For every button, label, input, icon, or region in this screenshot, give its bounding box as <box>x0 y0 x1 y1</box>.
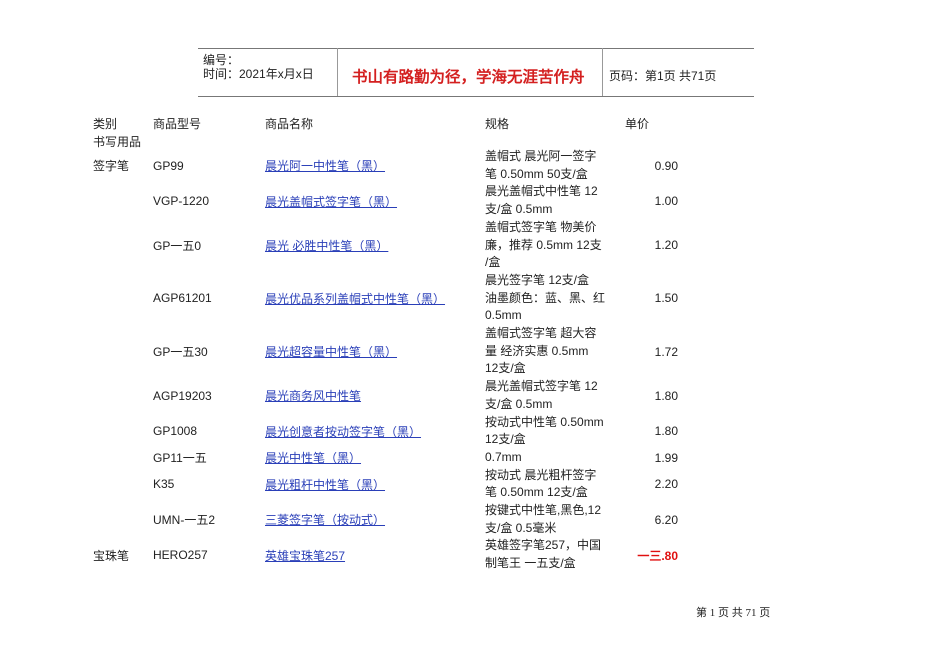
header-divider <box>337 48 338 96</box>
spec-line: 0.7mm <box>485 449 522 464</box>
header-date: 时间：2021年x月x日 <box>203 67 314 81</box>
row-code: GP99 <box>153 158 184 173</box>
row-spec: 盖帽式签字笔 超大容量 经济实惠 0.5mm 12支/盒 <box>485 325 596 378</box>
spec-line: 晨光盖帽式签字笔 12 <box>485 379 598 394</box>
table-row: UMN-一五2 三菱签字笔（按动式） 按键式中性笔,黑色,12 支/盒 0.5毫米 6.… <box>0 502 950 537</box>
row-product-link[interactable]: 晨光盖帽式签字笔（黑） <box>265 193 397 210</box>
spec-line: 盖帽式签字笔 物美价 <box>485 219 597 234</box>
row-product-link[interactable]: 晨光粗杆中性笔（黑） <box>265 476 385 493</box>
row-product-link[interactable]: 晨光阿一中性笔（黑） <box>265 157 385 174</box>
row-spec: 按动式中性笔 0.50mm 12支/盒 <box>485 414 604 449</box>
row-price: 1.99 <box>654 450 678 465</box>
row-price: 1.20 <box>654 238 678 253</box>
spec-line: 12支/盒 <box>485 432 526 447</box>
spec-line: 支/盒 0.5mm <box>485 396 553 411</box>
row-spec: 按动式 晨光粗杆签字笔 0.50mm 12支/盒 <box>485 467 596 502</box>
row-product-link[interactable]: 晨光超容量中性笔（黑） <box>265 343 397 360</box>
row-price: 1.50 <box>654 291 678 306</box>
row-product-link[interactable]: 三菱签字笔（按动式） <box>265 511 385 528</box>
row-price: 2.20 <box>654 477 678 492</box>
spec-line: 盖帽式签字笔 超大容 <box>485 326 597 340</box>
spec-line: 按键式中性笔,黑色,12 <box>485 503 602 517</box>
row-code: UMN-一五2 <box>153 513 215 528</box>
row-spec: 0.7mm <box>485 449 522 467</box>
table-row: 签字笔 GP99 晨光阿一中性笔（黑） 盖帽式 晨光阿一签字笔 0.50mm 50支/… <box>0 148 950 183</box>
spec-line: 制笔王 一五支/盒 <box>485 556 576 571</box>
table-row: GP11一五 晨光中性笔（黑） 0.7mm 1.99 <box>0 449 950 467</box>
row-price: 1.80 <box>654 424 678 439</box>
spec-line: 12支/盒 <box>485 361 526 376</box>
spec-line: /盒 <box>485 255 501 270</box>
table-row: AGP61201 晨光优品系列盖帽式中性笔（黑） 晨光签字笔 12支/盒油墨颜色：蓝… <box>0 272 950 325</box>
table-row: GP一五30 晨光超容量中性笔（黑） 盖帽式签字笔 超大容量 经济实惠 0.5mm 1… <box>0 325 950 378</box>
spec-line: 量 经济实惠 0.5mm <box>485 343 589 358</box>
row-spec: 盖帽式 晨光阿一签字笔 0.50mm 50支/盒 <box>485 148 596 183</box>
column-header-category: 类别 <box>93 117 118 131</box>
column-header-price: 单价 <box>625 117 650 131</box>
spec-line: 按动式 晨光粗杆签字 <box>485 467 597 482</box>
row-code: GP一五30 <box>153 345 208 360</box>
spec-line: 支/盒 0.5毫米 <box>485 520 557 535</box>
row-code: HERO257 <box>153 548 208 563</box>
spec-line: 按动式中性笔 0.50mm <box>485 414 604 429</box>
spec-line: 支/盒 0.5mm <box>485 202 553 217</box>
column-header-name: 商品名称 <box>265 117 314 131</box>
row-spec: 晨光盖帽式中性笔 12 支/盒 0.5mm <box>485 183 598 218</box>
row-spec: 晨光签字笔 12支/盒油墨颜色：蓝、黑、红 0.5mm <box>485 272 605 325</box>
spec-line: 笔 0.50mm 12支/盒 <box>485 485 588 500</box>
table-row: 宝珠笔 HERO257 英雄宝珠笔257 英雄签字笔257，中国 制笔王 一五支/盒 一三… <box>0 537 950 572</box>
row-code: GP一五0 <box>153 238 202 253</box>
row-price: 1.00 <box>654 194 678 209</box>
row-spec: 盖帽式签字笔 物美价 廉，推荐 0.5mm 12支/盒 <box>485 219 602 272</box>
row-price: 1.72 <box>654 344 678 359</box>
row-price: 一三.80 <box>637 548 678 563</box>
row-code: GP11一五 <box>153 451 207 466</box>
spec-line: 笔 0.50mm 50支/盒 <box>485 166 588 181</box>
row-spec: 按键式中性笔,黑色,12 支/盒 0.5毫米 <box>485 502 601 537</box>
row-spec: 晨光盖帽式签字笔 12 支/盒 0.5mm <box>485 378 598 413</box>
spec-line: 廉，推荐 0.5mm 12支 <box>485 237 602 252</box>
row-code: K35 <box>153 477 175 492</box>
table-row: AGP19203 晨光商务风中性笔 晨光盖帽式签字笔 12 支/盒 0.5mm 1.80 <box>0 378 950 413</box>
row-product-link[interactable]: 晨光创意者按动签字笔（黑） <box>265 423 421 440</box>
row-price: 6.20 <box>654 512 678 527</box>
header-bottom-rule <box>198 96 754 97</box>
row-code: GP1008 <box>153 424 198 439</box>
header-divider <box>602 48 603 96</box>
spec-line: 盖帽式 晨光阿一签字 <box>485 149 597 163</box>
page-footer: 第 1 页 共 71 页 <box>696 607 771 619</box>
spec-line: 晨光签字笔 12支/盒 <box>485 272 590 287</box>
row-product-link[interactable]: 晨光中性笔（黑） <box>265 449 361 466</box>
row-code: VGP-1220 <box>153 194 210 209</box>
row-price: 1.80 <box>654 388 678 403</box>
header-top-rule <box>198 48 754 49</box>
spec-line: 油墨颜色：蓝、黑、红 <box>485 290 606 305</box>
row-product-link[interactable]: 晨光商务风中性笔 <box>265 387 361 404</box>
row-category: 宝珠笔 <box>93 548 130 563</box>
table-row: K35 晨光粗杆中性笔（黑） 按动式 晨光粗杆签字笔 0.50mm 12支/盒 2.2… <box>0 467 950 502</box>
spec-line: 0.5mm <box>485 308 522 323</box>
row-category: 签字笔 <box>93 159 130 174</box>
header-motto: 书山有路勤为径，学海无涯苦作舟 <box>352 69 585 86</box>
row-spec: 英雄签字笔257，中国 制笔王 一五支/盒 <box>485 537 601 572</box>
row-code: AGP19203 <box>153 388 212 403</box>
row-product-link[interactable]: 晨光优品系列盖帽式中性笔（黑） <box>265 290 445 307</box>
spec-line: 英雄签字笔257，中国 <box>485 538 602 553</box>
column-header-code: 商品型号 <box>153 117 202 131</box>
table-row: GP1008 晨光创意者按动签字笔（黑） 按动式中性笔 0.50mm 12支/盒 1.8… <box>0 414 950 449</box>
table-row: GP一五0 晨光 必胜中性笔（黑） 盖帽式签字笔 物美价 廉，推荐 0.5mm 12支… <box>0 219 950 272</box>
spec-line: 晨光盖帽式中性笔 12 <box>485 184 598 199</box>
document-page: 编号： 时间：2021年x月x日 书山有路勤为径，学海无涯苦作舟 页码：第1页 … <box>0 0 950 672</box>
header-page-info: 页码：第1页 共71页 <box>609 69 717 83</box>
row-price: 0.90 <box>654 158 678 173</box>
row-code: AGP61201 <box>153 291 212 306</box>
table-row: VGP-1220 晨光盖帽式签字笔（黑） 晨光盖帽式中性笔 12 支/盒 0.5mm 1… <box>0 183 950 218</box>
column-header-spec: 规格 <box>485 117 510 131</box>
row-product-link[interactable]: 英雄宝珠笔257 <box>265 547 345 564</box>
row-product-link[interactable]: 晨光 必胜中性笔（黑） <box>265 237 388 254</box>
